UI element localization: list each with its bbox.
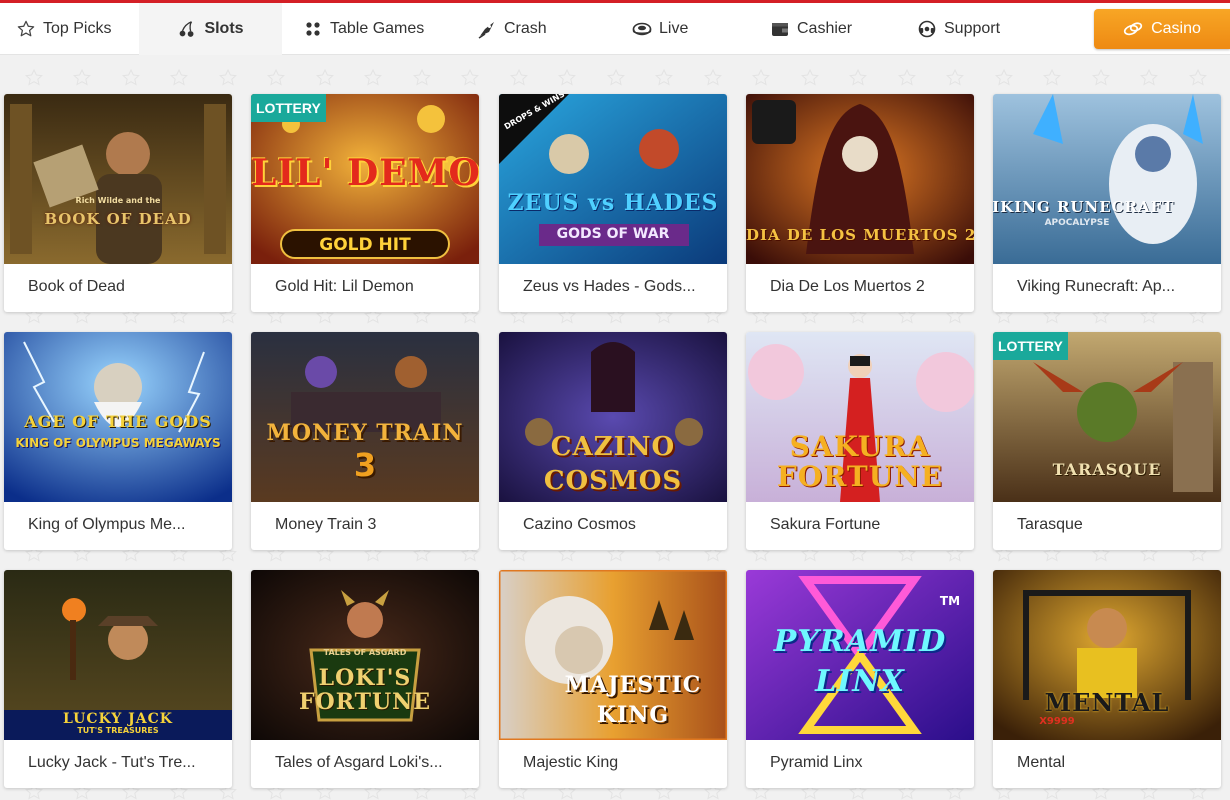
game-logo: MAJESTIC KING xyxy=(564,672,702,728)
rocket-icon xyxy=(477,19,497,39)
game-thumbnail: CAZINO COSMOS xyxy=(499,332,727,502)
game-logo-subtitle: TUT'S TREASURES xyxy=(77,726,159,735)
game-logo: MONEY TRAIN xyxy=(266,420,464,446)
game-card[interactable]: CAZINO COSMOS Cazino Cosmos xyxy=(499,332,727,550)
nav-label-cashier: Cashier xyxy=(797,20,853,37)
game-logo: CAZINO COSMOS xyxy=(543,432,683,496)
game-thumbnail: VIKING RUNECRAFT APOCALYPSE xyxy=(993,94,1221,264)
game-logo: SAKURA FORTUNE xyxy=(776,432,944,492)
game-title: Tarasque xyxy=(1017,516,1083,533)
game-title: Sakura Fortune xyxy=(770,516,881,533)
nav-label-slots: Slots xyxy=(204,20,244,37)
game-logo: BOOK OF DEAD xyxy=(44,210,192,228)
game-thumbnail: LOTTERY TARASQUE xyxy=(993,332,1221,502)
lottery-badge: LOTTERY xyxy=(993,332,1068,360)
game-thumbnail: TALES OF ASGARD LOKI'S FORTUNE xyxy=(251,570,479,740)
game-logo-subtitle: GODS OF WAR xyxy=(556,226,670,242)
game-logo-subtitle: GOLD HIT xyxy=(319,235,411,255)
top-navigation: Top Picks Slots Table Games Crash Live C… xyxy=(0,3,1230,55)
game-title: Tales of Asgard Loki's... xyxy=(275,754,443,771)
game-thumbnail: DROPS & WINS ZEUS vs HADES GODS OF WAR xyxy=(499,94,727,264)
nav-label-top-picks: Top Picks xyxy=(43,20,112,37)
game-title: Mental xyxy=(1017,754,1066,771)
roulette-icon xyxy=(632,19,652,39)
game-title: Viking Runecraft: Ap... xyxy=(1017,278,1176,295)
chips-icon xyxy=(303,19,323,39)
casino-button[interactable]: Casino xyxy=(1094,9,1230,49)
nav-label-support: Support xyxy=(944,20,1001,37)
nav-item-table-games[interactable]: Table Games xyxy=(303,3,424,55)
coins-icon xyxy=(1123,19,1143,39)
game-thumbnail: MENTAL X9999 xyxy=(993,570,1221,740)
game-thumbnail: LOTTERY LIL' DEMON GOLD HIT xyxy=(251,94,479,264)
game-card[interactable]: LUCKY JACK TUT'S TREASURES Lucky Jack - … xyxy=(4,570,232,788)
game-thumbnail: MONEY TRAIN 3 xyxy=(251,332,479,502)
nav-item-support[interactable]: Support xyxy=(917,3,1000,55)
game-logo: LIL' DEMON xyxy=(251,152,479,194)
game-card[interactable]: MAJESTIC KING Majestic King xyxy=(499,570,727,788)
game-card[interactable]: DIA DE LOS MUERTOS 2 Dia De Los Muertos … xyxy=(746,94,974,312)
game-title: Majestic King xyxy=(523,754,619,771)
game-logo: LUCKY JACK xyxy=(63,711,173,727)
game-title: Book of Dead xyxy=(28,278,125,295)
headset-icon xyxy=(917,19,937,39)
game-title: Cazino Cosmos xyxy=(523,516,636,533)
casino-button-label: Casino xyxy=(1151,20,1201,37)
game-card[interactable]: DROPS & WINS ZEUS vs HADES GODS OF WAR Z… xyxy=(499,94,727,312)
game-thumbnail: SAKURA FORTUNE xyxy=(746,332,974,502)
game-title: Zeus vs Hades - Gods... xyxy=(523,278,696,295)
game-logo-subtitle: TM xyxy=(939,594,961,608)
game-card[interactable]: BOOK OF DEAD Rich Wilde and the Book of … xyxy=(4,94,232,312)
game-logo: MENTAL xyxy=(1044,688,1170,717)
game-logo: DIA DE LOS MUERTOS 2 xyxy=(746,226,974,244)
game-card[interactable]: TALES OF ASGARD LOKI'S FORTUNE Tales of … xyxy=(251,570,479,788)
lottery-badge: LOTTERY xyxy=(251,94,326,122)
game-title: Dia De Los Muertos 2 xyxy=(770,278,925,295)
game-title: King of Olympus Me... xyxy=(28,516,186,533)
nav-item-crash[interactable]: Crash xyxy=(477,3,547,55)
game-thumbnail: AGE OF THE GODS KING OF OLYMPUS MEGAWAYS xyxy=(4,332,232,502)
wallet-icon xyxy=(770,19,790,39)
game-card[interactable]: MONEY TRAIN 3 Money Train 3 xyxy=(251,332,479,550)
game-title: Lucky Jack - Tut's Tre... xyxy=(28,754,196,771)
game-logo-subtitle: TALES OF ASGARD xyxy=(323,648,407,657)
game-title: Money Train 3 xyxy=(275,516,377,533)
game-thumbnail: PYRAMID LINX TM xyxy=(746,570,974,740)
game-card[interactable]: LOTTERY LIL' DEMON GOLD HIT Gold Hit: Li… xyxy=(251,94,479,312)
game-logo-subtitle: Rich Wilde and the xyxy=(75,196,161,205)
game-card[interactable]: VIKING RUNECRAFT APOCALYPSE Viking Runec… xyxy=(993,94,1221,312)
game-card[interactable]: MENTAL X9999 Mental xyxy=(993,570,1221,788)
cherries-icon xyxy=(177,19,197,39)
nav-item-top-picks[interactable]: Top Picks xyxy=(16,3,111,55)
game-title: Pyramid Linx xyxy=(770,754,863,771)
game-logo-subtitle: APOCALYPSE xyxy=(1044,218,1110,228)
game-card[interactable]: LOTTERY TARASQUE Tarasque xyxy=(993,332,1221,550)
game-thumbnail: BOOK OF DEAD Rich Wilde and the xyxy=(4,94,232,264)
game-logo-subtitle: X9999 xyxy=(1039,716,1075,727)
nav-item-live[interactable]: Live xyxy=(632,3,688,55)
game-logo: AGE OF THE GODS xyxy=(24,412,212,431)
game-title: Gold Hit: Lil Demon xyxy=(275,278,414,295)
nav-label-crash: Crash xyxy=(504,20,547,37)
game-logo-subtitle: KING OF OLYMPUS MEGAWAYS xyxy=(15,436,221,450)
game-logo: VIKING RUNECRAFT xyxy=(993,198,1175,216)
nav-item-cashier[interactable]: Cashier xyxy=(770,3,852,55)
game-card[interactable]: PYRAMID LINX TM Pyramid Linx xyxy=(746,570,974,788)
game-logo: LOKI'S FORTUNE xyxy=(298,666,432,714)
game-thumbnail: DIA DE LOS MUERTOS 2 xyxy=(746,94,974,264)
game-logo: PYRAMID LINX xyxy=(773,624,947,699)
nav-label-table-games: Table Games xyxy=(330,20,425,37)
game-card[interactable]: SAKURA FORTUNE Sakura Fortune xyxy=(746,332,974,550)
nav-item-slots[interactable]: Slots xyxy=(139,3,282,55)
game-logo: ZEUS vs HADES xyxy=(507,190,719,216)
game-logo-subtitle: 3 xyxy=(353,446,377,484)
game-thumbnail: MAJESTIC KING xyxy=(499,570,727,740)
star-icon xyxy=(16,19,36,39)
game-logo: TARASQUE xyxy=(1052,460,1162,479)
game-card[interactable]: AGE OF THE GODS KING OF OLYMPUS MEGAWAYS… xyxy=(4,332,232,550)
game-grid: BOOK OF DEAD Rich Wilde and the Book of … xyxy=(4,94,1226,800)
game-thumbnail: LUCKY JACK TUT'S TREASURES xyxy=(4,570,232,740)
nav-label-live: Live xyxy=(659,20,689,37)
